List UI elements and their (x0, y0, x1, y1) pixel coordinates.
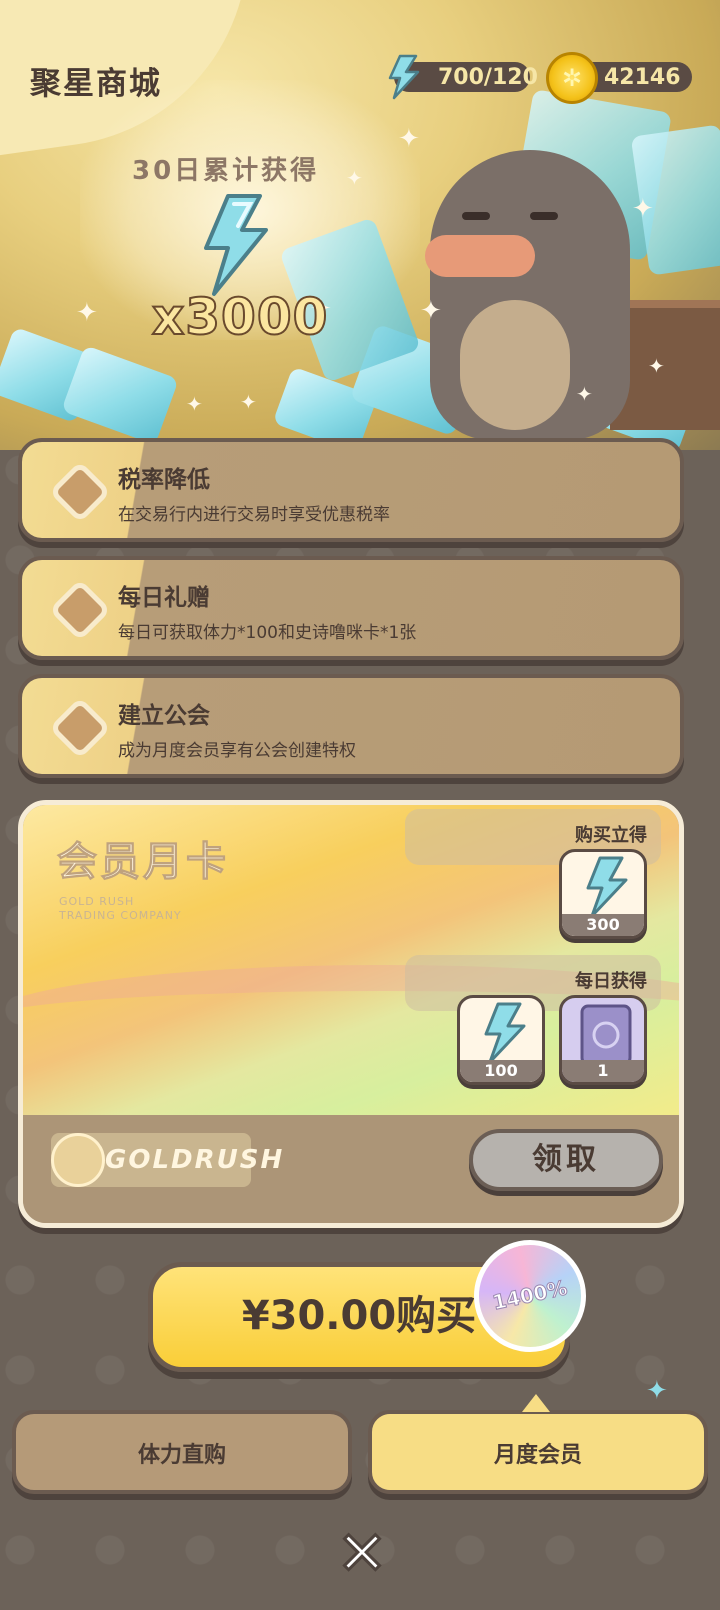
sparkle-icon: ✦ (398, 124, 420, 154)
energy-bolt-icon (388, 54, 420, 100)
reward-count: 100 (460, 1060, 542, 1082)
perk-desc: 每日可获取体力*100和史诗噜咪卡*1张 (118, 623, 417, 643)
coin-value: 42146 (604, 64, 681, 90)
sparkle-icon: ✦ (76, 298, 98, 328)
tab-monthly-member[interactable]: 月度会员 (368, 1394, 708, 1494)
company-logo-line: GOLD RUSH (59, 895, 135, 908)
tab-energy-purchase[interactable]: 体力直购 (12, 1410, 352, 1494)
crystal-decor (61, 345, 179, 445)
perk-title: 建立公会 (118, 703, 210, 729)
reward-tile-energy: 100 (457, 995, 545, 1085)
reward-tile-energy: 300 (559, 849, 647, 939)
claim-button[interactable]: 领取 (469, 1129, 663, 1191)
member-card-footer: GOLDRUSH 领取 (23, 1115, 679, 1223)
perk-desc: 成为月度会员享有公会创建特权 (118, 741, 356, 761)
sparkle-icon: ✦ (346, 166, 363, 190)
reward-tile-card: 1 (559, 995, 647, 1085)
sparkle-icon: ✦ (186, 392, 203, 416)
sparkle-icon: ✦ (648, 354, 665, 378)
sparkle-icon: ✦ (632, 194, 654, 224)
company-logo: GOLD RUSH TRADING COMPANY (59, 895, 182, 923)
perk-title: 每日礼赠 (118, 585, 210, 611)
coin-icon: ✲ (546, 52, 598, 104)
coin-counter[interactable]: ✲ 42146 (546, 52, 692, 104)
card-icon (580, 1004, 632, 1066)
sparkle-icon: ✦ (240, 390, 257, 414)
perk-desc: 在交易行内进行交易时享受优惠税率 (118, 505, 390, 525)
perk-card-daily-gift: 每日礼赠 每日可获取体力*100和史诗噜咪卡*1张 (18, 556, 684, 660)
sparkle-icon: ✦ (420, 296, 442, 326)
perk-card-guild: 建立公会 成为月度会员享有公会创建特权 (18, 674, 684, 778)
goldrush-logo: GOLDRUSH (51, 1133, 282, 1187)
sparkle-icon: ✦ (646, 1376, 668, 1406)
energy-bolt-icon (204, 194, 268, 296)
daily-label: 每日获得 (575, 971, 647, 992)
energy-bolt-icon (586, 856, 628, 918)
energy-value: 700/120 (438, 64, 538, 90)
goldrush-brand: GOLDRUSH (105, 1145, 285, 1175)
sparkle-icon: ✦ (576, 382, 593, 406)
accumulate-label: 30日累计获得 (132, 156, 320, 186)
member-card-title: 会员月卡 (57, 839, 229, 886)
energy-bolt-icon (484, 1002, 526, 1064)
platypus-mascot (420, 150, 640, 450)
mascot-avatar-icon (51, 1133, 105, 1187)
instant-label: 购买立得 (575, 825, 647, 846)
perk-title: 税率降低 (118, 467, 210, 493)
diamond-icon (48, 696, 112, 760)
accumulate-count: x3000 (151, 287, 329, 347)
diamond-icon (48, 578, 112, 642)
member-card: 会员月卡 GOLD RUSH TRADING COMPANY 购买立得 300 … (18, 800, 684, 1228)
energy-counter[interactable]: 700/120 (388, 54, 538, 100)
reward-count: 1 (562, 1060, 644, 1082)
diamond-icon (48, 460, 112, 524)
reward-count: 300 (562, 914, 644, 936)
page-title: 聚星商城 (30, 66, 162, 102)
perk-card-tax: 税率降低 在交易行内进行交易时享受优惠税率 (18, 438, 684, 542)
company-logo-line: TRADING COMPANY (59, 909, 182, 922)
close-icon[interactable]: ✕ (330, 1521, 394, 1588)
